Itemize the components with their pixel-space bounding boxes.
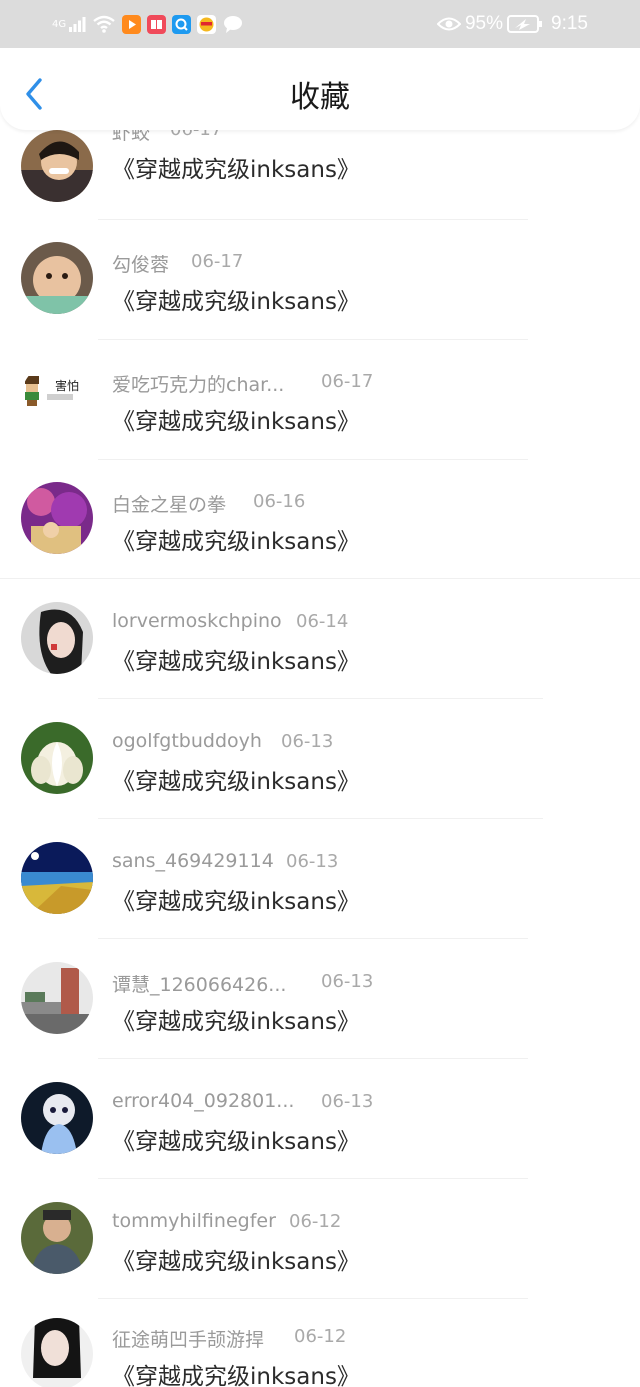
avatar: [21, 242, 93, 314]
divider: [98, 1178, 528, 1179]
list-item[interactable]: 谭慧_126066426... 06-13 《穿越成究级inksans》: [0, 958, 640, 1078]
emoji-app-icon: [197, 14, 217, 34]
favorite-date: 06-13: [281, 731, 334, 752]
eye-icon: [436, 17, 461, 31]
favorite-date: 06-17: [170, 130, 222, 147]
book-title: 《穿越成究级inksans》: [112, 1129, 360, 1155]
battery-icon: [507, 15, 543, 33]
avatar: [21, 842, 93, 914]
divider: [98, 698, 543, 699]
book-app-icon: [147, 14, 167, 34]
signal-icon: [69, 17, 86, 32]
list-item[interactable]: ogolfgtbuddoyh 06-13 《穿越成究级inksans》: [0, 718, 640, 838]
divider: [98, 1058, 528, 1059]
battery-percent: 95%: [464, 13, 504, 34]
book-title: 《穿越成究级inksans》: [112, 529, 360, 555]
divider: [98, 818, 543, 819]
list-item[interactable]: 害怕 爱吃巧克力的char... 06-17 《穿越成究级inksans》: [0, 358, 640, 478]
username: 爱吃巧克力的char...: [112, 374, 285, 396]
username: lorvermoskchpino: [112, 610, 282, 632]
divider: [98, 938, 528, 939]
username: 征途萌凹手颉游捍: [112, 1329, 265, 1351]
favorite-date: 06-12: [294, 1326, 347, 1347]
avatar: [21, 722, 93, 794]
book-title: 《穿越成究级inksans》: [112, 889, 360, 915]
divider: [98, 459, 528, 460]
favorite-date: 06-12: [289, 1211, 342, 1232]
list-item[interactable]: 征途萌凹手颉游捍 06-12 《穿越成究级inksans》: [0, 1318, 640, 1387]
divider: [98, 1298, 528, 1299]
favorite-date: 06-17: [191, 251, 244, 272]
status-bar: 4G 95% 9:15: [0, 0, 640, 48]
avatar: [21, 1082, 93, 1154]
divider: [98, 339, 528, 340]
avatar: 害怕: [21, 362, 93, 434]
network-label: 4G: [52, 18, 67, 30]
status-left: 4G: [52, 12, 244, 36]
book-title: 《穿越成究级inksans》: [112, 769, 360, 795]
favorite-date: 06-13: [321, 1091, 374, 1112]
book-title: 《穿越成究级inksans》: [112, 1249, 360, 1275]
favorite-date: 06-17: [321, 371, 374, 392]
favorite-date: 06-16: [253, 491, 306, 512]
browser-app-icon: [172, 14, 192, 34]
page-title: 收藏: [290, 80, 350, 115]
status-right: 95% 9:15: [436, 12, 588, 36]
book-title: 《穿越成究级inksans》: [112, 157, 360, 183]
username: sans_469429114: [112, 850, 274, 872]
title-bar: 收藏: [0, 48, 640, 130]
favorites-list: 虾蛟 06-17 《穿越成究级inksans》 勾俊蓉 06-17 《穿越成究级…: [0, 130, 640, 1387]
favorite-date: 06-14: [296, 611, 349, 632]
avatar: [21, 962, 93, 1034]
username: 谭慧_126066426...: [112, 974, 287, 996]
avatar: [21, 1318, 93, 1387]
avatar: [21, 482, 93, 554]
list-item[interactable]: lorvermoskchpino 06-14 《穿越成究级inksans》: [0, 598, 640, 718]
book-title: 《穿越成究级inksans》: [112, 1009, 360, 1035]
clock: 9:15: [551, 13, 588, 34]
divider: [98, 219, 528, 220]
book-title: 《穿越成究级inksans》: [112, 289, 360, 315]
favorite-date: 06-13: [321, 971, 374, 992]
avatar: [21, 130, 93, 202]
book-title: 《穿越成究级inksans》: [112, 409, 360, 435]
list-item[interactable]: sans_469429114 06-13 《穿越成究级inksans》: [0, 838, 640, 958]
username: ogolfgtbuddoyh: [112, 730, 262, 752]
list-item[interactable]: 虾蛟 06-17 《穿越成究级inksans》: [0, 130, 640, 238]
chat-bubble-icon: [224, 16, 243, 33]
book-title: 《穿越成究级inksans》: [112, 1364, 360, 1387]
book-title: 《穿越成究级inksans》: [112, 649, 360, 675]
wifi-icon: [93, 15, 115, 33]
list-item[interactable]: 白金之星の拳 06-16 《穿越成究级inksans》: [0, 478, 640, 598]
favorite-date: 06-13: [286, 851, 339, 872]
avatar: [21, 1202, 93, 1274]
username: error404_092801...: [112, 1090, 295, 1112]
username: tommyhilfinegfer: [112, 1210, 276, 1232]
avatar: [21, 602, 93, 674]
avatar-caption: 害怕: [55, 378, 79, 393]
list-item[interactable]: 勾俊蓉 06-17 《穿越成究级inksans》: [0, 238, 640, 358]
username: 勾俊蓉: [112, 254, 170, 276]
list-item[interactable]: error404_092801... 06-13 《穿越成究级inksans》: [0, 1078, 640, 1198]
list-item[interactable]: tommyhilfinegfer 06-12 《穿越成究级inksans》: [0, 1198, 640, 1318]
video-app-icon: [122, 14, 142, 34]
divider: [0, 578, 640, 579]
username: 虾蛟: [112, 130, 151, 144]
username: 白金之星の拳: [112, 494, 227, 516]
